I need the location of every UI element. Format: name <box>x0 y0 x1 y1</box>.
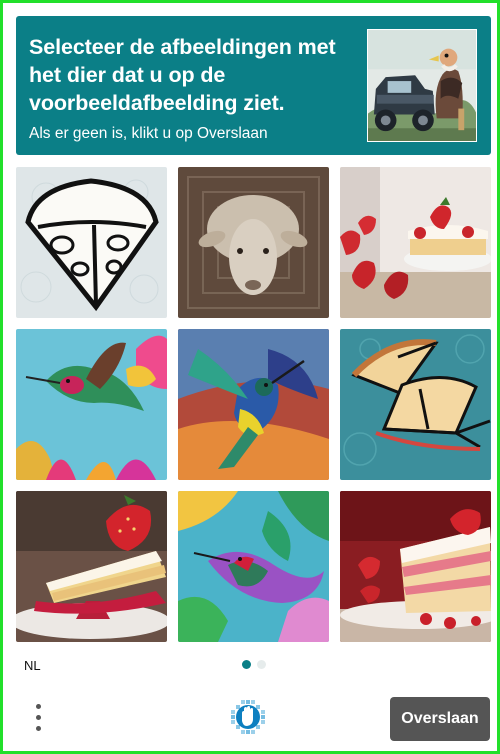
challenge-prompt: Selecteer de afbeeldingen met het dier d… <box>29 35 336 115</box>
sample-image <box>367 29 477 142</box>
grid-tile-8[interactable] <box>178 491 329 642</box>
challenge-header: Selecteer de afbeeldingen met het dier d… <box>16 16 491 155</box>
hand-logo-icon <box>231 700 265 734</box>
grid-tile-1[interactable] <box>16 167 167 318</box>
sheep-face-photo <box>178 167 329 318</box>
strawberry-cake-photo <box>340 167 491 318</box>
pagination-dot-active <box>242 660 251 669</box>
menu-button[interactable] <box>29 701 49 735</box>
hummingbird-painting <box>178 491 329 642</box>
skip-button[interactable]: Overslaan <box>390 697 490 741</box>
sample-truck-vulture-illustration <box>368 30 476 141</box>
hand-logo-graphic <box>231 700 265 734</box>
grid-tile-7[interactable] <box>16 491 167 642</box>
vertical-ellipsis-dot <box>36 715 41 720</box>
grid-tile-2[interactable] <box>178 167 329 318</box>
image-grid <box>16 167 491 643</box>
pagination-dots <box>242 660 268 669</box>
pagination-dot-inactive <box>257 660 266 669</box>
grid-tile-5[interactable] <box>178 329 329 480</box>
challenge-subtext: Als er geen is, klikt u op Overslaan <box>29 125 268 142</box>
strawberry-cake-slice-photo <box>16 491 167 642</box>
hummingbird-painting <box>16 329 167 480</box>
vertical-ellipsis-dot <box>36 726 41 731</box>
language-selector[interactable]: NL <box>24 658 41 673</box>
pizza-slice-drawing <box>16 167 167 318</box>
grid-tile-6[interactable] <box>340 329 491 480</box>
vertical-ellipsis-icon <box>36 704 41 709</box>
strawberry-cake-slice-photo <box>340 491 491 642</box>
challenge-frame: Selecteer de afbeeldingen met het dier d… <box>0 0 500 754</box>
grid-tile-3[interactable] <box>340 167 491 318</box>
grid-tile-9[interactable] <box>340 491 491 642</box>
grid-tile-4[interactable] <box>16 329 167 480</box>
pizza-slices-drawing <box>340 329 491 480</box>
hummingbird-painting <box>178 329 329 480</box>
